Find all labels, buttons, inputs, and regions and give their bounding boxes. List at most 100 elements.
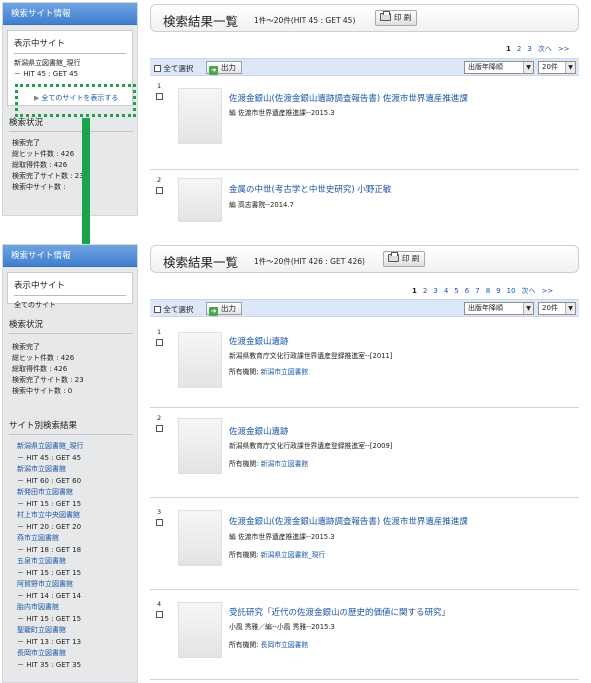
- site-link[interactable]: 燕市立図書館: [17, 533, 137, 545]
- last-page-link[interactable]: >>: [542, 287, 554, 295]
- site-results-list: 新潟県立図書館_現行 － HIT 45 : GET 45 新潟市立図書館 － H…: [3, 441, 137, 671]
- page-current: 1: [412, 287, 417, 295]
- holding-library-link[interactable]: 長岡市立図書館: [261, 641, 309, 649]
- site-counts: － HIT 60 : GET 60: [17, 476, 82, 485]
- export-button[interactable]: ➜ 出力: [206, 302, 242, 316]
- holding-library-link[interactable]: 新潟市立図書館: [261, 368, 309, 376]
- holding-library-link[interactable]: 新潟市立図書館: [261, 460, 309, 468]
- result-record: 1 佐渡金銀山遺跡 新潟県教育庁文化行政課世界遺産登録推進室--[2011] 所…: [150, 322, 579, 408]
- site-link[interactable]: 五泉市立図書館: [17, 556, 137, 568]
- export-arrow-icon: ➜: [209, 307, 218, 316]
- page-link[interactable]: 3: [433, 287, 437, 295]
- print-button[interactable]: 印 刷: [375, 10, 417, 26]
- record-checkbox[interactable]: [156, 93, 163, 100]
- record-title-link[interactable]: 佐渡金銀山(佐渡金銀山遺跡調査報告書) 佐渡市世界遺産推進課: [229, 92, 468, 104]
- result-record: 3 佐渡金銀山(佐渡金銀山遺跡調査報告書) 佐渡市世界遺産推進課 編 佐渡市世界…: [150, 498, 579, 590]
- record-meta: 編 佐渡市世界遺産推進課--2015.3: [229, 533, 335, 541]
- page-link[interactable]: 2: [423, 287, 427, 295]
- per-page-value: 20件: [542, 63, 558, 71]
- book-thumbnail: [178, 178, 222, 222]
- site-link[interactable]: 新発田市立図書館: [17, 487, 137, 499]
- record-number: 1: [157, 328, 162, 336]
- record-number: 2: [157, 176, 162, 184]
- search-status-title: 検索状況: [9, 318, 133, 334]
- sort-select-value: 出版年降順: [468, 63, 503, 71]
- displayed-site-link[interactable]: 新潟県立図書館_現行: [14, 58, 126, 69]
- search-status-line: 総取得件数 : 426: [12, 161, 68, 169]
- per-page-select[interactable]: 20件 ▼: [538, 61, 576, 74]
- result-record: 2 佐渡金銀山遺跡 新潟県教育庁文化行政課世界遺産登録推進室--[2009] 所…: [150, 408, 579, 498]
- site-link[interactable]: 阿賀野市立図書館: [17, 579, 137, 591]
- record-number: 2: [157, 414, 162, 422]
- displayed-site-title: 表示中サイト: [14, 37, 126, 54]
- search-status-line: 検索中サイト数 :: [12, 183, 66, 191]
- next-page-link[interactable]: 次へ: [522, 287, 536, 295]
- page-link[interactable]: 8: [486, 287, 490, 295]
- page-link[interactable]: 3: [527, 45, 531, 53]
- site-link[interactable]: 聖籠町立図書館: [17, 625, 137, 637]
- last-page-link[interactable]: >>: [558, 45, 570, 53]
- site-link[interactable]: 長岡市立図書館: [17, 648, 137, 660]
- print-button[interactable]: 印 刷: [383, 251, 425, 267]
- displayed-site-title: 表示中サイト: [14, 279, 126, 296]
- record-holding: 所有機関: 新潟市立図書館: [229, 366, 308, 376]
- result-record: 2 金属の中世(考古学と中世史研究) 小野正敏 編 高志書院--2014.7: [150, 170, 579, 222]
- export-label: 出力: [221, 304, 236, 313]
- record-meta: 編 佐渡市世界遺産推進課--2015.3: [229, 109, 335, 117]
- search-status-line: 検索完了サイト数 : 23: [12, 172, 84, 180]
- search-status-line: 総取得件数 : 426: [12, 365, 68, 373]
- displayed-site-value: 全てのサイト: [14, 301, 56, 309]
- record-checkbox[interactable]: [156, 187, 163, 194]
- sidebar-search-info: 検索サイト情報 表示中サイト 全てのサイト 検索状況 検索完了 総ヒット件数 :…: [2, 244, 138, 683]
- select-all[interactable]: 全て選択: [154, 63, 193, 74]
- record-title-link[interactable]: 佐渡金銀山(佐渡金銀山遺跡調査報告書) 佐渡市世界遺産推進課: [229, 515, 468, 527]
- record-title-link[interactable]: 金属の中世(考古学と中世史研究) 小野正敏: [229, 183, 391, 195]
- site-link[interactable]: 胎内市図書館: [17, 602, 137, 614]
- record-holding: 所有機関: 新潟県立図書館_現行: [229, 549, 325, 559]
- displayed-site-counts: － HIT 45 : GET 45: [14, 70, 79, 78]
- page-title: 検索結果一覧: [163, 14, 239, 29]
- page-link[interactable]: 4: [444, 287, 448, 295]
- page-link[interactable]: 2: [517, 45, 521, 53]
- per-page-select[interactable]: 20件 ▼: [538, 302, 576, 315]
- record-meta: 新潟県教育庁文化行政課世界遺産登録推進室--[2011]: [229, 352, 393, 360]
- record-checkbox[interactable]: [156, 339, 163, 346]
- holding-library-link[interactable]: 新潟県立図書館_現行: [261, 551, 326, 559]
- record-title-link[interactable]: 佐渡金銀山遺跡: [229, 335, 289, 347]
- pagination: 1 2 3 次へ >>: [500, 44, 570, 54]
- site-link[interactable]: 村上市立中央図書館: [17, 510, 137, 522]
- record-title-link[interactable]: 受託研究「近代の佐渡金銀山の歴史的価値に関する研究」: [229, 606, 450, 618]
- book-thumbnail: [178, 88, 222, 144]
- page-current: 1: [506, 45, 511, 53]
- print-label: 印 刷: [394, 13, 412, 22]
- sort-select[interactable]: 出版年降順 ▼: [464, 61, 534, 74]
- sidebar-header: 検索サイト情報: [3, 3, 137, 25]
- chevron-down-icon: ▼: [523, 303, 533, 314]
- record-checkbox[interactable]: [156, 425, 163, 432]
- book-thumbnail: [178, 332, 222, 388]
- site-counts: － HIT 35 : GET 35: [17, 660, 82, 669]
- results-title-bar: 検索結果一覧 1件～20件(HIT 426 : GET 426) 印 刷: [150, 245, 579, 273]
- page-link[interactable]: 10: [507, 287, 516, 295]
- site-link[interactable]: 新潟県立図書館_現行: [17, 441, 137, 453]
- select-all-checkbox[interactable]: [154, 65, 161, 72]
- page-link[interactable]: 9: [496, 287, 500, 295]
- record-meta: 小風 秀雅／編--小風 秀雅--2015.3: [229, 623, 335, 631]
- record-title-link[interactable]: 佐渡金銀山遺跡: [229, 425, 289, 437]
- select-all-checkbox[interactable]: [154, 306, 161, 313]
- record-checkbox[interactable]: [156, 519, 163, 526]
- record-holding: 所有機関: 新潟市立図書館: [229, 458, 308, 468]
- record-meta: 編 高志書院--2014.7: [229, 201, 294, 209]
- record-checkbox[interactable]: [156, 611, 163, 618]
- select-all[interactable]: 全て選択: [154, 304, 193, 315]
- next-page-link[interactable]: 次へ: [538, 45, 552, 53]
- book-thumbnail: [178, 602, 222, 658]
- select-all-label: 全て選択: [163, 305, 194, 314]
- page-link[interactable]: 5: [454, 287, 458, 295]
- export-button[interactable]: ➜ 出力: [206, 61, 242, 75]
- sort-select[interactable]: 出版年降順 ▼: [464, 302, 534, 315]
- holding-label: 所有機関:: [229, 460, 259, 468]
- page-link[interactable]: 6: [465, 287, 469, 295]
- site-link[interactable]: 新潟市立図書館: [17, 464, 137, 476]
- page-link[interactable]: 7: [475, 287, 479, 295]
